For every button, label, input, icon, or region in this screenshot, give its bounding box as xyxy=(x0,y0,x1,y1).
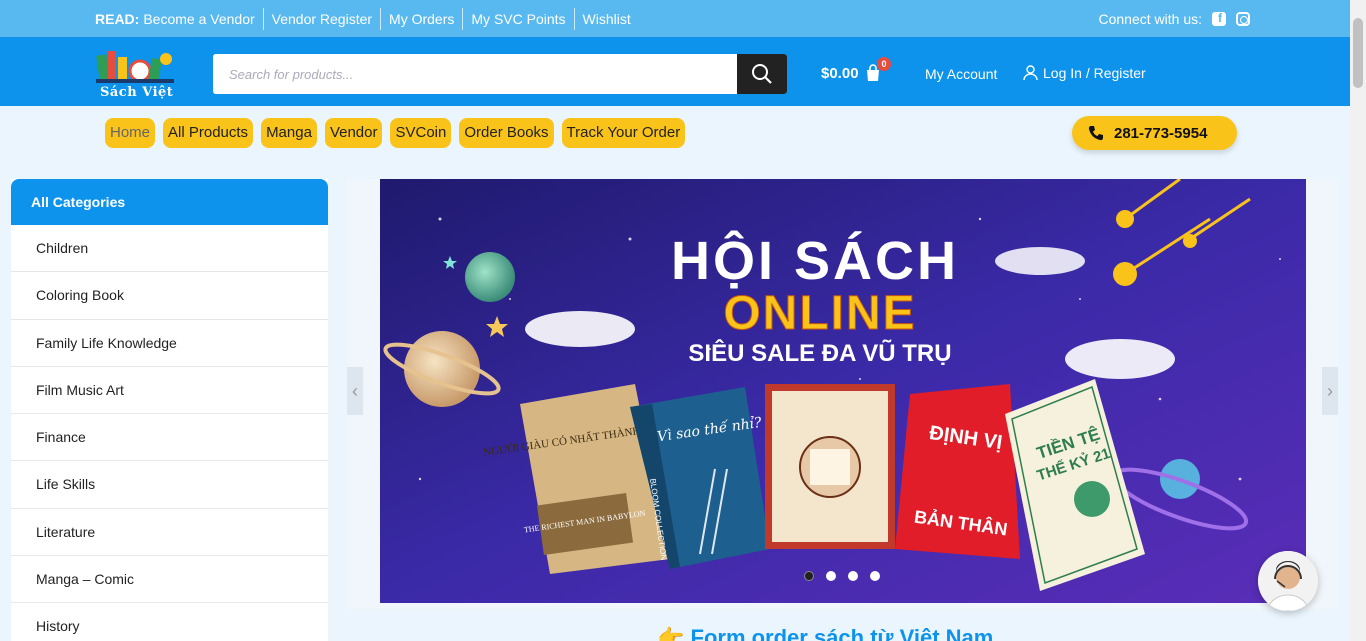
slider-dot-4[interactable] xyxy=(870,571,880,581)
category-literature[interactable]: Literature xyxy=(11,509,328,557)
category-finance[interactable]: Finance xyxy=(11,414,328,462)
connect-label: Connect with us: xyxy=(1098,10,1203,27)
instagram-icon[interactable] xyxy=(1236,11,1250,26)
vendor-register-link[interactable]: Vendor Register xyxy=(264,7,382,30)
slider-dots xyxy=(804,571,880,581)
top-bar: READ: Become a Vendor Vendor Register My… xyxy=(0,0,1350,37)
book-dinh-vi-ban-than: ĐỊNH VỊ BẢN THÂN xyxy=(895,384,1020,559)
read-label: READ: xyxy=(95,10,140,27)
slider-prev-button[interactable]: ‹ xyxy=(347,367,363,415)
nav-all-products[interactable]: All Products xyxy=(163,118,254,148)
support-agent-icon xyxy=(1258,551,1318,611)
category-coloring-book[interactable]: Coloring Book xyxy=(11,272,328,320)
nav-order-books[interactable]: Order Books xyxy=(459,118,554,148)
cart-count-badge: 0 xyxy=(877,57,891,71)
slider-dot-1[interactable] xyxy=(804,571,814,581)
slider-next-button[interactable]: › xyxy=(1322,367,1338,415)
cart-total: $0.00 xyxy=(821,64,859,82)
main-header: Sách Việt $0.00 0 My Account Log In / Re… xyxy=(0,37,1350,106)
banner-artwork: HỘI SÁCH ONLINE SIÊU SALE ĐA VŨ TRỤ NGƯỜ… xyxy=(380,179,1306,603)
all-categories-header[interactable]: All Categories xyxy=(11,179,328,225)
book-illustrated xyxy=(765,384,895,549)
nav-manga[interactable]: Manga xyxy=(261,118,317,148)
hero-banner[interactable]: HỘI SÁCH ONLINE SIÊU SALE ĐA VŨ TRỤ NGƯỜ… xyxy=(380,179,1306,603)
logo-graphic xyxy=(96,51,174,83)
nav-home[interactable]: Home xyxy=(105,118,156,148)
category-history[interactable]: History xyxy=(11,603,328,641)
category-children[interactable]: Children xyxy=(11,225,328,273)
connect-social: Connect with us: xyxy=(1098,0,1250,37)
banner-line3: SIÊU SALE ĐA VŨ TRỤ xyxy=(688,339,951,367)
site-logo[interactable]: Sách Việt xyxy=(96,45,176,101)
top-links: READ: Become a Vendor Vendor Register My… xyxy=(95,0,639,37)
my-svc-points-link[interactable]: My SVC Points xyxy=(463,7,575,30)
category-sidebar: All Categories Children Coloring Book Fa… xyxy=(11,179,328,641)
my-orders-link[interactable]: My Orders xyxy=(381,7,464,30)
scrollbar-thumb[interactable] xyxy=(1353,18,1363,88)
wishlist-link[interactable]: Wishlist xyxy=(575,8,639,30)
nav-vendor[interactable]: Vendor xyxy=(324,118,383,148)
logo-text: Sách Việt xyxy=(100,85,174,100)
search-input[interactable] xyxy=(213,54,733,94)
login-label: Log In / Register xyxy=(1043,65,1146,81)
chat-support-avatar[interactable] xyxy=(1258,551,1318,611)
search-icon xyxy=(752,64,772,84)
my-account-link[interactable]: My Account xyxy=(925,66,997,82)
category-life-skills[interactable]: Life Skills xyxy=(11,461,328,509)
slider-dot-2[interactable] xyxy=(826,571,836,581)
main-nav: Home All Products Manga Vendor SVCoin Or… xyxy=(0,106,1350,160)
category-manga-comic[interactable]: Manga – Comic xyxy=(11,556,328,604)
search-button[interactable] xyxy=(737,54,787,94)
page-scrollbar[interactable] xyxy=(1350,0,1366,641)
user-icon xyxy=(1023,65,1038,81)
phone-button[interactable]: 281-773-5954 xyxy=(1072,116,1237,150)
nav-track-order[interactable]: Track Your Order xyxy=(561,118,686,148)
become-vendor-link[interactable]: Become a Vendor xyxy=(143,7,264,30)
banner-line1: HỘI SÁCH xyxy=(671,230,959,291)
slider-dot-3[interactable] xyxy=(848,571,858,581)
login-register-link[interactable]: Log In / Register xyxy=(1023,65,1146,81)
category-family-life[interactable]: Family Life Knowledge xyxy=(11,320,328,367)
phone-icon xyxy=(1088,126,1103,141)
facebook-icon[interactable] xyxy=(1212,11,1226,26)
category-film-music-art[interactable]: Film Music Art xyxy=(11,367,328,415)
nav-svcoin[interactable]: SVCoin xyxy=(390,118,452,148)
section-title: 👉 Form order sách từ Việt Nam xyxy=(657,625,994,641)
phone-number: 281-773-5954 xyxy=(1114,124,1208,142)
banner-line2: ONLINE xyxy=(723,287,916,340)
search-bar xyxy=(213,54,787,94)
cart-button[interactable]: $0.00 0 xyxy=(821,57,891,82)
